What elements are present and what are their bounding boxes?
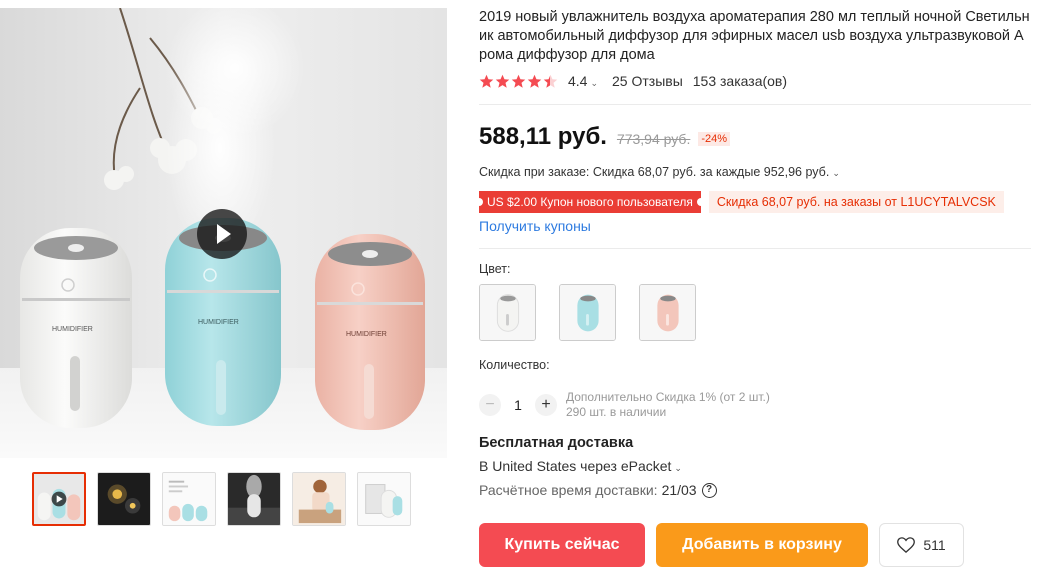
- orders-count: 153 заказа(ов): [692, 73, 788, 89]
- quantity-minus-button[interactable]: −: [479, 394, 501, 416]
- divider: [479, 248, 1031, 249]
- discount-badge: -24%: [698, 132, 731, 146]
- shipping-estimate-date: 21/03: [661, 482, 697, 498]
- rating-value[interactable]: 4.4 ⌄: [568, 73, 598, 89]
- color-label: Цвет:: [479, 262, 511, 276]
- star-icon: [527, 74, 542, 88]
- quantity-input[interactable]: [507, 395, 529, 415]
- store-discount-text: Скидка при заказе: Скидка 68,07 руб. за …: [479, 165, 830, 179]
- product-title: 2019 новый увлажнитель воздуха ароматера…: [479, 9, 1030, 63]
- thumbnail-2[interactable]: [97, 472, 151, 526]
- wishlist-button[interactable]: 511: [879, 523, 964, 567]
- buy-now-button[interactable]: Купить сейчас: [479, 523, 645, 567]
- color-option-pink[interactable]: [639, 284, 696, 341]
- chevron-down-icon: ⌄: [674, 463, 682, 473]
- star-icon: [511, 74, 526, 88]
- get-coupons-link[interactable]: Получить купоны: [479, 218, 591, 234]
- humidifier-label-white: HUMIDIFIER: [52, 326, 93, 333]
- shipping-destination-text: В United States через ePacket: [479, 458, 672, 474]
- star-half-icon: [543, 74, 558, 88]
- wishlist-count: 511: [923, 537, 946, 553]
- product-info: 2019 новый увлажнитель воздуха ароматера…: [475, 8, 1031, 567]
- quantity-label: Количество:: [479, 358, 550, 372]
- thumbnail-6[interactable]: [357, 472, 411, 526]
- thumbnail-4[interactable]: [227, 472, 281, 526]
- rating-row: 4.4 ⌄ 25 Отзывы 153 заказа(ов): [479, 71, 787, 91]
- old-price: 773,94 руб.: [616, 131, 691, 147]
- thumbnail-1[interactable]: [32, 472, 86, 526]
- shipping-destination[interactable]: В United States через ePacket ⌄: [479, 458, 682, 474]
- play-video-button[interactable]: [197, 209, 247, 259]
- store-discount[interactable]: Скидка при заказе: Скидка 68,07 руб. за …: [479, 165, 840, 179]
- heart-icon: [897, 537, 916, 553]
- extra-discount-text: Дополнительно Скидка 1% (от 2 шт.): [566, 390, 770, 404]
- stock-text: 290 шт. в наличии: [566, 405, 667, 419]
- color-swatches: [479, 284, 696, 341]
- thumbnail-5[interactable]: [292, 472, 346, 526]
- code-discount-coupon[interactable]: Скидка 68,07 руб. на заказы от L1UCYTALV…: [708, 191, 1004, 213]
- current-price: 588,11 руб.: [479, 123, 607, 150]
- quantity-info: Дополнительно Скидка 1% (от 2 шт.) 290 ш…: [566, 390, 770, 420]
- divider: [479, 104, 1031, 105]
- reviews-link[interactable]: 25 Отзывы: [612, 73, 683, 89]
- rating-stars[interactable]: [479, 74, 558, 89]
- main-product-image[interactable]: HUMIDIFIER HUMIDIFIER HUMIDIFIER: [0, 8, 447, 458]
- humidifier-label-blue: HUMIDIFIER: [198, 319, 239, 326]
- quantity-plus-button[interactable]: +: [535, 394, 557, 416]
- thumbnail-3[interactable]: [162, 472, 216, 526]
- color-option-blue[interactable]: [559, 284, 616, 341]
- new-user-coupon[interactable]: US $2.00 Купон нового пользователя: [475, 191, 705, 213]
- shipping-estimate-label: Расчётное время доставки:: [479, 482, 658, 498]
- star-icon: [479, 74, 494, 88]
- chevron-down-icon: ⌄: [832, 168, 840, 178]
- price-row: 588,11 руб. 773,94 руб. -24%: [479, 123, 731, 151]
- color-option-white[interactable]: [479, 284, 536, 341]
- chevron-down-icon: ⌄: [590, 78, 599, 88]
- shipping-title: Бесплатная доставка: [479, 435, 634, 451]
- shipping-estimate: Расчётное время доставки: 21/03 ?: [479, 482, 717, 498]
- coupons-row: US $2.00 Купон нового пользователя Скидк…: [475, 191, 1004, 213]
- add-to-cart-button[interactable]: Добавить в корзину: [656, 523, 868, 567]
- question-circle-icon[interactable]: ?: [701, 482, 717, 498]
- rating-value-text: 4.4: [568, 73, 588, 89]
- humidifier-label-pink: HUMIDIFIER: [346, 331, 387, 338]
- star-icon: [495, 74, 510, 88]
